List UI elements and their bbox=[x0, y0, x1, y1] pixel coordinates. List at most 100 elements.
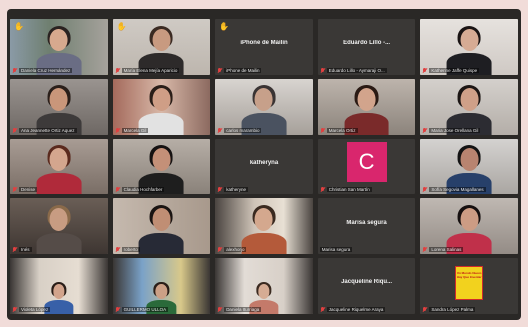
participant-tile[interactable]: Sofía Segovia Magallanes bbox=[420, 138, 518, 195]
video-feed bbox=[420, 19, 518, 75]
participant-tile[interactable]: ✋ María Elena Mejía Aparicio bbox=[112, 19, 211, 75]
name-label: Sandra López Palma bbox=[422, 306, 516, 312]
participant-tile[interactable]: Claudia Hochfarber bbox=[112, 138, 211, 195]
participant-display-name: Marisa segura bbox=[346, 219, 387, 226]
mic-off-icon bbox=[115, 247, 120, 252]
participant-tile[interactable]: Marisa segura Marisa segura bbox=[317, 198, 416, 255]
participant-tile[interactable]: Marcela Ortiz bbox=[317, 78, 416, 135]
participant-tile[interactable]: katheryna katheryne bbox=[215, 138, 313, 195]
mic-off-icon bbox=[217, 247, 222, 252]
mic-off-icon bbox=[422, 67, 427, 73]
video-feed bbox=[215, 198, 313, 255]
mic-off-icon bbox=[422, 127, 427, 133]
video-feed bbox=[317, 78, 416, 135]
name-label: Eduardo Lillo - Aymaraji O... bbox=[320, 67, 414, 73]
video-feed bbox=[10, 258, 108, 314]
name-label: Daniela Iturriaga bbox=[217, 306, 311, 312]
participant-tile[interactable]: GUILLERMO ULLOA bbox=[112, 258, 211, 314]
mic-off-icon bbox=[115, 306, 120, 312]
video-feed bbox=[420, 78, 518, 135]
participant-tile[interactable]: roberto bbox=[112, 198, 211, 255]
participant-tile[interactable]: Marcela Gil bbox=[112, 78, 211, 135]
name-label: iPhone de Mailin bbox=[217, 67, 311, 73]
mic-off-icon bbox=[217, 127, 222, 133]
mic-off-icon bbox=[12, 247, 17, 252]
mic-off-icon bbox=[422, 247, 427, 252]
video-feed bbox=[10, 19, 108, 75]
participant-grid: ✋ Daniela Cruz Hernández ✋ María Elena M… bbox=[10, 19, 518, 314]
video-feed bbox=[112, 198, 211, 255]
name-label: Lorena Salinas bbox=[422, 247, 516, 253]
mic-off-icon bbox=[115, 67, 120, 73]
participant-tile[interactable]: Ana Jeannette Ortiz Aquez bbox=[10, 78, 108, 135]
participant-tile[interactable]: ✋ iPhone de Mailin iPhone de Mailin bbox=[215, 19, 313, 75]
video-feed bbox=[10, 138, 108, 195]
name-label: Christian San Martín bbox=[320, 187, 414, 193]
name-label: Inés bbox=[12, 247, 106, 253]
mic-off-icon bbox=[217, 306, 222, 312]
name-label: Maria Jose Orellana Gil bbox=[422, 127, 516, 133]
participant-tile[interactable]: Lorena Salinas bbox=[420, 198, 518, 255]
video-feed bbox=[112, 138, 211, 195]
participant-tile[interactable]: ✋ Daniela Cruz Hernández bbox=[10, 19, 108, 75]
participant-tile[interactable]: Katherine Jaffe Quispe bbox=[420, 19, 518, 75]
raised-hand-icon: ✋ bbox=[14, 22, 24, 31]
participant-tile[interactable]: Violeta López bbox=[10, 258, 108, 314]
mic-off-icon bbox=[320, 67, 325, 73]
name-label: Sofía Segovia Magallanes bbox=[422, 187, 516, 193]
participant-tile[interactable]: Daniela Iturriaga bbox=[215, 258, 313, 314]
raised-hand-icon: ✋ bbox=[219, 22, 230, 31]
video-feed bbox=[112, 19, 211, 75]
mic-off-icon bbox=[320, 187, 325, 192]
mic-off-icon bbox=[12, 127, 17, 133]
video-feed bbox=[112, 258, 211, 314]
participant-tile[interactable]: Jacqueline Riqu... Jacqueline Riquelme A… bbox=[317, 258, 416, 314]
name-label: Claudia Hochfarber bbox=[115, 187, 209, 193]
name-label: GUILLERMO ULLOA bbox=[115, 306, 209, 312]
participant-tile[interactable]: C Christian San Martín bbox=[317, 138, 416, 195]
participant-display-name: Eduardo Lillo -... bbox=[343, 40, 391, 47]
mic-off-icon bbox=[12, 67, 17, 73]
video-feed bbox=[420, 198, 518, 255]
video-feed bbox=[112, 78, 211, 135]
participant-tile[interactable]: alexhorjo bbox=[215, 198, 313, 255]
participant-tile[interactable]: Eduardo Lillo -... Eduardo Lillo - Aymar… bbox=[317, 19, 416, 75]
mic-off-icon bbox=[115, 127, 120, 133]
participant-avatar: C bbox=[346, 142, 387, 183]
video-feed bbox=[10, 78, 108, 135]
name-label: Marcela Ortiz bbox=[320, 127, 414, 133]
name-label: Ana Jeannette Ortiz Aquez bbox=[12, 127, 106, 133]
participant-display-name: katheryna bbox=[249, 159, 279, 166]
mic-off-icon bbox=[422, 306, 427, 312]
name-label: Marisa segura bbox=[319, 247, 353, 253]
participant-display-name: iPhone de Mailin bbox=[240, 40, 288, 47]
name-label: roberto bbox=[115, 247, 209, 253]
participant-display-name: Jacqueline Riqu... bbox=[341, 279, 393, 286]
video-feed bbox=[420, 138, 518, 195]
video-conference-window: ✋ Daniela Cruz Hernández ✋ María Elena M… bbox=[7, 9, 521, 320]
mic-off-icon bbox=[217, 67, 222, 73]
name-label: alexhorjo bbox=[217, 247, 311, 253]
raised-hand-icon: ✋ bbox=[116, 22, 127, 31]
name-label: katheryne bbox=[217, 187, 311, 193]
mic-off-icon bbox=[320, 306, 325, 312]
video-feed bbox=[10, 198, 108, 255]
mic-off-icon bbox=[320, 127, 325, 133]
name-label: María Elena Mejía Aparicio bbox=[115, 67, 209, 73]
participant-tile[interactable]: Denise bbox=[10, 138, 108, 195]
name-label: Denise bbox=[12, 187, 106, 193]
mic-off-icon bbox=[422, 187, 427, 192]
mic-off-icon bbox=[12, 306, 17, 312]
name-label: carlos marambio bbox=[217, 127, 311, 133]
name-label: Violeta López bbox=[12, 306, 106, 312]
name-label: Marcela Gil bbox=[115, 127, 209, 133]
participant-tile[interactable]: Inés bbox=[10, 198, 108, 255]
name-label: Katherine Jaffe Quispe bbox=[422, 67, 516, 73]
mic-off-icon bbox=[217, 187, 222, 192]
video-feed bbox=[215, 258, 313, 314]
participant-tile[interactable]: Maria Jose Orellana Gil bbox=[420, 78, 518, 135]
participant-tile[interactable]: carlos marambio bbox=[215, 78, 313, 135]
name-label: Daniela Cruz Hernández bbox=[12, 67, 106, 73]
participant-tile[interactable]: Un Mundo Nuevo Hay Que Inventar Sandra L… bbox=[420, 258, 518, 314]
book-cover-image: Un Mundo Nuevo Hay Que Inventar bbox=[455, 265, 484, 300]
